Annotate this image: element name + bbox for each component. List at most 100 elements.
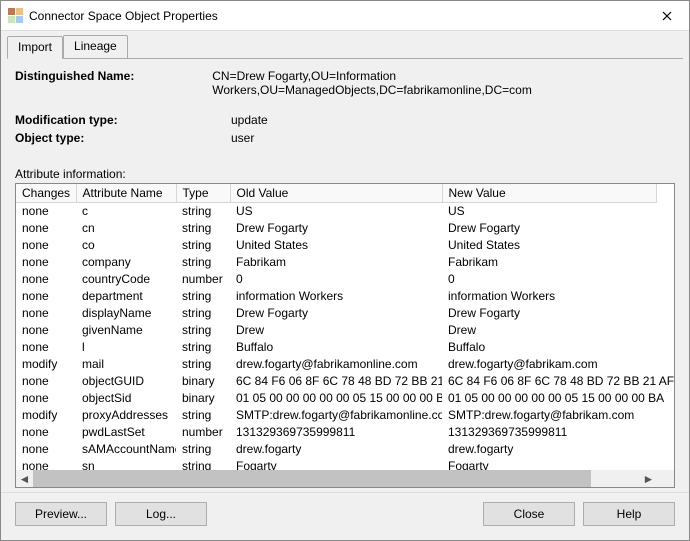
tab-import[interactable]: Import xyxy=(7,36,63,59)
table-row[interactable]: nonepwdLastSetnumber13132936973599981113… xyxy=(16,424,674,441)
cell: none xyxy=(16,203,76,220)
tab-lineage[interactable]: Lineage xyxy=(63,35,128,58)
cell: none xyxy=(16,322,76,339)
cell: proxyAddresses xyxy=(76,407,176,424)
scroll-thumb[interactable] xyxy=(33,470,591,487)
table-row[interactable]: nonelstringBuffaloBuffalo xyxy=(16,339,674,356)
object-type-label: Object type: xyxy=(15,131,231,145)
preview-button[interactable]: Preview... xyxy=(15,502,107,526)
cell: Drew Fogarty xyxy=(442,220,674,237)
cell: Drew xyxy=(442,322,674,339)
cell: 01 05 00 00 00 00 00 05 15 00 00 00 BA .… xyxy=(230,390,442,407)
cell: none xyxy=(16,458,76,470)
cell: Buffalo xyxy=(230,339,442,356)
cell: sn xyxy=(76,458,176,470)
cell: string xyxy=(176,237,230,254)
cell: none xyxy=(16,237,76,254)
table-row[interactable]: nonesnstringFogartyFogarty xyxy=(16,458,674,470)
cell: none xyxy=(16,254,76,271)
table-row[interactable]: nonecnstringDrew FogartyDrew Fogarty xyxy=(16,220,674,237)
cell: 6C 84 F6 06 8F 6C 78 48 BD 72 BB 21 AF xyxy=(442,373,674,390)
scroll-right-icon[interactable]: ► xyxy=(640,470,657,487)
cell: none xyxy=(16,271,76,288)
cell: c xyxy=(76,203,176,220)
scroll-left-icon[interactable]: ◄ xyxy=(16,470,33,487)
col-attribute-name[interactable]: Attribute Name xyxy=(76,184,176,203)
cell: Drew Fogarty xyxy=(230,220,442,237)
table-row[interactable]: modifymailstringdrew.fogarty@fabrikamonl… xyxy=(16,356,674,373)
cell: United States xyxy=(442,237,674,254)
cell: sAMAccountName xyxy=(76,441,176,458)
close-icon[interactable] xyxy=(644,1,689,31)
cell: none xyxy=(16,305,76,322)
table-row[interactable]: nonecostringUnited StatesUnited States xyxy=(16,237,674,254)
cell: objectGUID xyxy=(76,373,176,390)
cell: US xyxy=(442,203,674,220)
table-row[interactable]: noneobjectSidbinary01 05 00 00 00 00 00 … xyxy=(16,390,674,407)
cell: string xyxy=(176,203,230,220)
cell: string xyxy=(176,305,230,322)
cell: drew.fogarty@fabrikamonline.com xyxy=(230,356,442,373)
cell: United States xyxy=(230,237,442,254)
attribute-grid: Changes Attribute Name Type Old Value Ne… xyxy=(15,183,675,488)
object-type-value: user xyxy=(231,131,675,145)
cell: Fabrikam xyxy=(442,254,674,271)
cell: none xyxy=(16,390,76,407)
dn-label: Distinguished Name: xyxy=(15,69,212,97)
cell: cn xyxy=(76,220,176,237)
tab-strip: Import Lineage xyxy=(1,31,689,58)
cell: l xyxy=(76,339,176,356)
cell: drew.fogarty xyxy=(230,441,442,458)
horizontal-scrollbar[interactable]: ◄ ► xyxy=(16,470,674,487)
cell: string xyxy=(176,322,230,339)
cell: modify xyxy=(16,356,76,373)
cell: string xyxy=(176,407,230,424)
col-new-value[interactable]: New Value xyxy=(442,184,657,203)
cell: givenName xyxy=(76,322,176,339)
cell: Drew xyxy=(230,322,442,339)
cell: none xyxy=(16,441,76,458)
table-row[interactable]: nonecountryCodenumber00 xyxy=(16,271,674,288)
cell: binary xyxy=(176,373,230,390)
cell: modify xyxy=(16,407,76,424)
table-row[interactable]: nonedepartmentstringinformation Workersi… xyxy=(16,288,674,305)
table-row[interactable]: nonesAMAccountNamestringdrew.fogartydrew… xyxy=(16,441,674,458)
table-row[interactable]: nonecstringUSUS xyxy=(16,203,674,220)
column-header-row: Changes Attribute Name Type Old Value Ne… xyxy=(16,184,657,203)
table-row[interactable]: modifyproxyAddressesstring SMTP:drew.foga… xyxy=(16,407,674,424)
table-row[interactable]: noneobjectGUIDbinary 6C 84 F6 06 8F 6C 78… xyxy=(16,373,674,390)
cell: 01 05 00 00 00 00 00 05 15 00 00 00 BA xyxy=(442,390,674,407)
window-title: Connector Space Object Properties xyxy=(29,9,644,23)
cell: none xyxy=(16,339,76,356)
cell: binary xyxy=(176,390,230,407)
table-row[interactable]: nonecompanystringFabrikamFabrikam xyxy=(16,254,674,271)
cell: none xyxy=(16,373,76,390)
scroll-corner xyxy=(657,470,674,487)
cell: Fabrikam xyxy=(230,254,442,271)
col-changes[interactable]: Changes xyxy=(16,184,76,203)
cell: string xyxy=(176,356,230,373)
cell: string xyxy=(176,339,230,356)
modification-type-value: update xyxy=(231,113,675,127)
cell: drew.fogarty@fabrikam.com xyxy=(442,356,674,373)
cell: string xyxy=(176,220,230,237)
cell: string xyxy=(176,288,230,305)
cell: string xyxy=(176,441,230,458)
cell: string xyxy=(176,254,230,271)
table-row[interactable]: nonegivenNamestringDrewDrew xyxy=(16,322,674,339)
attribute-section-label: Attribute information: xyxy=(15,167,675,181)
cell: SMTP:drew.fogarty@fabrikam.com xyxy=(442,407,674,424)
help-button[interactable]: Help xyxy=(583,502,675,526)
col-old-value[interactable]: Old Value xyxy=(230,184,442,203)
cell: Drew Fogarty xyxy=(230,305,442,322)
cell: company xyxy=(76,254,176,271)
log-button[interactable]: Log... xyxy=(115,502,207,526)
col-type[interactable]: Type xyxy=(176,184,230,203)
close-button[interactable]: Close xyxy=(483,502,575,526)
cell: 131329369735999811 xyxy=(442,424,674,441)
grid-body[interactable]: nonecstringUSUSnonecnstringDrew FogartyD… xyxy=(16,203,674,470)
modification-type-label: Modification type: xyxy=(15,113,231,127)
cell: 0 xyxy=(230,271,442,288)
table-row[interactable]: nonedisplayNamestringDrew FogartyDrew Fo… xyxy=(16,305,674,322)
app-icon xyxy=(7,8,23,24)
